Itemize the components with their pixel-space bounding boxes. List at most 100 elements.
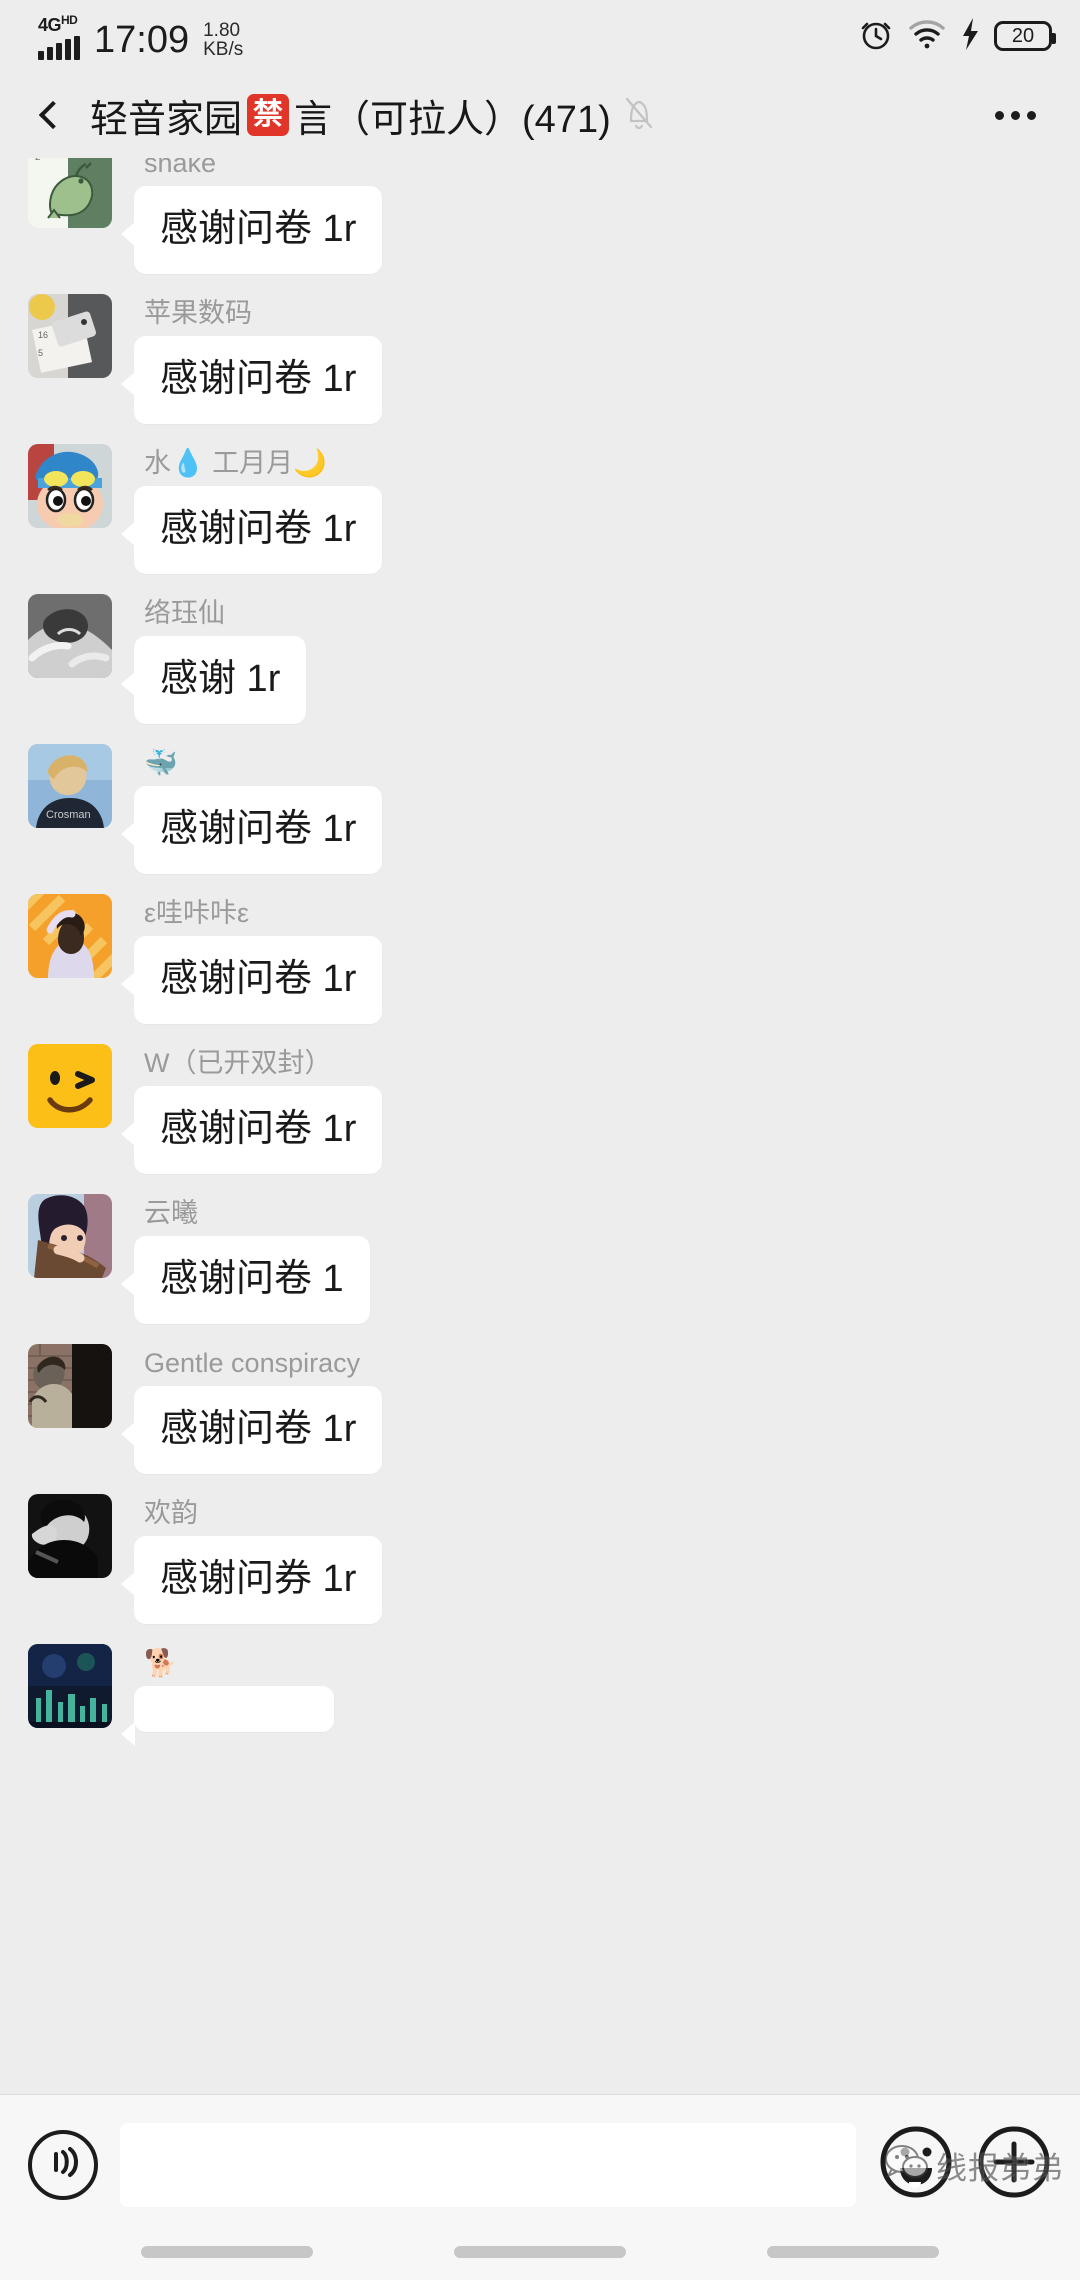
message-row[interactable]: 欢韵 感谢问券 1r	[0, 1494, 1080, 1624]
wechat-group-chat-screen: 4GHD 17:09 1.80 KB/s 20 轻音家园 禁 言（可拉人）(47…	[0, 0, 1080, 2280]
message-sender: snake	[144, 158, 217, 178]
network-speed-indicator: 1.80 KB/s	[203, 21, 243, 59]
message-row[interactable]: Gentle conspiracy 感谢问卷 1r	[0, 1344, 1080, 1474]
message-bubble[interactable]: 感谢 1r	[120, 636, 307, 724]
message-bubble[interactable]: 感谢问卷 1r	[120, 786, 383, 874]
message-row[interactable]: Crosman 🐳 感谢问卷 1r	[0, 744, 1080, 874]
svg-text:16: 16	[38, 330, 48, 340]
more-dot	[1010, 110, 1020, 120]
message-row[interactable]: 云曦 感谢问卷 1	[0, 1194, 1080, 1324]
chat-title-part2: 言（可拉人）(471)	[294, 98, 611, 141]
status-bar-left: 4GHD 17:09 1.80 KB/s	[38, 12, 243, 60]
message-body: ε哇咔咔ε 感谢问卷 1r	[120, 894, 383, 1024]
chat-input-bar: 线报弟弟	[0, 2094, 1080, 2234]
ban-badge-icon: 禁	[247, 94, 290, 136]
message-body: 苹果数码 感谢问卷 1r	[120, 294, 383, 424]
battery-indicator: 20	[994, 21, 1056, 51]
yellow-wink-face-avatar[interactable]	[28, 1044, 112, 1128]
message-bubble[interactable]	[121, 1686, 334, 1746]
status-bar-right: 20	[858, 16, 1056, 57]
grayscale-anime-avatar[interactable]	[28, 594, 112, 678]
emoji-smiley-icon	[878, 2124, 954, 2205]
add-plus-icon	[976, 2124, 1052, 2205]
phone-desk-avatar[interactable]: 16 5	[28, 294, 112, 378]
svg-text:z: z	[35, 158, 41, 163]
bell-muted-icon	[622, 95, 656, 136]
message-body: 🐳 感谢问卷 1r	[120, 744, 383, 874]
status-bar: 4GHD 17:09 1.80 KB/s 20	[0, 0, 1080, 72]
blue-portrait-avatar[interactable]: Crosman	[28, 744, 112, 828]
message-sender: 🐕	[144, 1648, 178, 1678]
wifi-icon	[908, 18, 946, 55]
message-body: 🐕	[121, 1644, 334, 1746]
brick-wall-avatar[interactable]	[28, 1344, 112, 1428]
more-dot	[1026, 110, 1036, 120]
message-bubble[interactable]: 感谢问卷 1r	[120, 1086, 383, 1174]
message-row[interactable]: 络珏仙 感谢 1r	[0, 594, 1080, 724]
message-bubble[interactable]: 感谢问卷 1r	[120, 336, 383, 424]
nav-home-pill[interactable]	[453, 2246, 626, 2258]
message-sender: 络珏仙	[144, 598, 225, 628]
svg-text:5: 5	[38, 348, 43, 358]
message-input[interactable]	[120, 2122, 856, 2207]
network-type-label: 4GHD	[38, 13, 78, 35]
message-bubble[interactable]: 感谢问卷 1	[121, 1236, 370, 1324]
message-sender: W（已开双封）	[144, 1048, 332, 1078]
dinosaur-avatar[interactable]: z	[28, 158, 112, 228]
message-row[interactable]: 🐕	[0, 1644, 1080, 1746]
message-bubble[interactable]: 感谢问卷 1r	[120, 936, 383, 1024]
back-chevron-icon	[38, 100, 68, 130]
message-sender: Gentle conspiracy	[144, 1348, 361, 1378]
message-row[interactable]: 16 5 苹果数码 感谢问卷 1r	[0, 294, 1080, 424]
crayon-shinchan-avatar[interactable]	[28, 444, 112, 528]
message-list[interactable]: z snake 感谢问卷 1r 165 苹果数码 感谢问卷 1r 水💧 工月月�	[0, 158, 1080, 2094]
lightning-bolt-icon	[960, 17, 980, 56]
message-body: 云曦 感谢问卷 1	[121, 1194, 370, 1324]
alarm-clock-icon	[858, 16, 894, 57]
back-button[interactable]	[26, 85, 80, 145]
message-row[interactable]: W（已开双封） 感谢问卷 1r	[0, 1044, 1080, 1174]
more-dot	[994, 110, 1004, 120]
message-bubble[interactable]: 感谢问券 1r	[120, 1536, 383, 1624]
chat-title-part1: 轻音家园	[90, 98, 243, 141]
anime-flute-avatar[interactable]	[28, 1194, 112, 1278]
message-body: 水💧 工月月🌙 感谢问卷 1r	[120, 444, 383, 574]
message-body: snake 感谢问卷 1r	[120, 158, 383, 274]
add-attachment-button[interactable]	[976, 2124, 1052, 2205]
message-row[interactable]: 水💧 工月月🌙 感谢问卷 1r	[0, 444, 1080, 574]
nav-back-pill[interactable]	[140, 2246, 313, 2258]
dark-portrait-avatar[interactable]	[28, 1494, 112, 1578]
message-bubble[interactable]: 感谢问卷 1r	[120, 486, 383, 574]
message-sender: 欢韵	[144, 1498, 198, 1528]
message-row[interactable]: ε哇咔咔ε 感谢问卷 1r	[0, 894, 1080, 1024]
message-sender: 水💧 工月月🌙	[144, 448, 327, 478]
message-sender: 云曦	[144, 1198, 198, 1228]
message-sender: 苹果数码	[144, 298, 252, 328]
battery-level-label: 20	[1011, 24, 1035, 47]
message-sender: ε哇咔咔ε	[144, 898, 250, 928]
signal-bars-icon	[38, 36, 80, 60]
night-city-avatar[interactable]	[28, 1644, 112, 1728]
nav-recents-pill[interactable]	[767, 2246, 940, 2258]
message-sender: 🐳	[144, 748, 178, 778]
cellular-signal-group: 4GHD	[38, 12, 80, 60]
chat-header: 轻音家园 禁 言（可拉人）(471)	[0, 72, 1080, 158]
orange-girl-avatar[interactable]	[28, 894, 112, 978]
message-body: Gentle conspiracy 感谢问卷 1r	[120, 1344, 383, 1474]
network-speed-value: 1.80	[203, 20, 241, 41]
system-navigation-bar	[0, 2234, 1080, 2280]
status-clock: 17:09	[94, 19, 190, 61]
more-options-button[interactable]	[984, 84, 1046, 146]
voice-message-button[interactable]	[28, 2129, 98, 2200]
svg-text:Crosman: Crosman	[46, 809, 91, 821]
message-body: 络珏仙 感谢 1r	[120, 594, 307, 724]
network-speed-unit: KB/s	[203, 39, 244, 60]
voice-message-icon	[43, 2142, 83, 2187]
message-body: W（已开双封） 感谢问卷 1r	[120, 1044, 383, 1174]
message-row[interactable]: z snake 感谢问卷 1r	[0, 158, 1080, 274]
emoji-button[interactable]	[878, 2124, 954, 2205]
message-body: 欢韵 感谢问券 1r	[120, 1494, 383, 1624]
message-bubble[interactable]: 感谢问卷 1r	[120, 186, 383, 274]
message-bubble[interactable]: 感谢问卷 1r	[120, 1386, 383, 1474]
chat-title[interactable]: 轻音家园 禁 言（可拉人）(471)	[90, 88, 984, 143]
